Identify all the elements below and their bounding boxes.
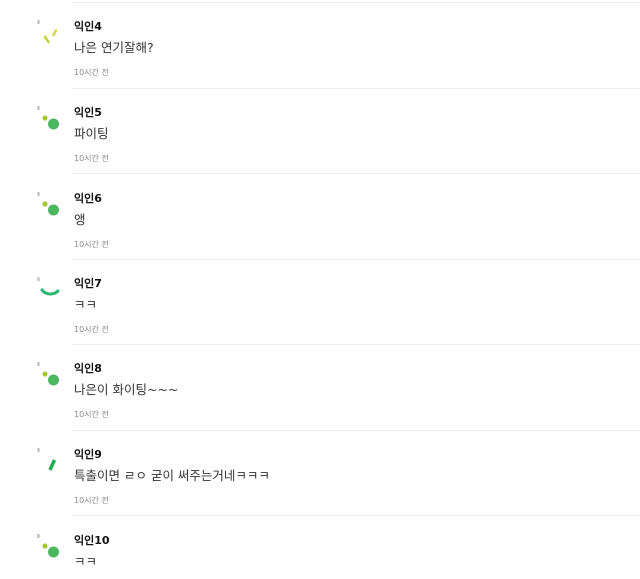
comment-body: 파이팅 (74, 126, 109, 141)
comment-time: 10시간 전 (74, 410, 109, 419)
divider (72, 430, 640, 431)
slash-bar-icon (36, 448, 64, 476)
arc-icon (36, 277, 64, 305)
comment-item: 익인8 나은이 화이팅~~~ 10시간 전 (0, 362, 640, 447)
comment-time: 10시간 전 (74, 154, 109, 163)
comment-body: ㅋㅋ (74, 554, 98, 569)
comment-body: 나은 연기잘해? (74, 40, 154, 55)
comment-body: 나은이 화이팅~~~ (74, 382, 179, 397)
divider (72, 88, 640, 89)
loading-dash-icon (36, 20, 64, 48)
comment-item: 익인5 파이팅 10시간 전 (0, 106, 640, 191)
comment-author[interactable]: 익인7 (74, 277, 102, 291)
dot-cluster-icon (36, 362, 64, 390)
comment-item: 익인6 앵 10시간 전 (0, 192, 640, 277)
comment-author[interactable]: 익인8 (74, 362, 102, 376)
comment-list: 익인4 나은 연기잘해? 10시간 전 익인5 파이팅 10시간 전 익인6 앵 (0, 0, 640, 579)
dot-cluster-icon (36, 534, 64, 562)
comment-author[interactable]: 익인9 (74, 448, 102, 462)
comment-author[interactable]: 익인6 (74, 192, 102, 206)
divider (72, 173, 640, 174)
divider (72, 259, 640, 260)
divider (72, 2, 640, 3)
comment-author[interactable]: 익인5 (74, 106, 102, 120)
comment-author[interactable]: 익인10 (74, 534, 110, 548)
dot-cluster-icon (36, 106, 64, 134)
divider (72, 515, 640, 516)
comment-time: 10시간 전 (74, 496, 109, 505)
dot-cluster-icon (36, 192, 64, 220)
comment-item: 익인10 ㅋㅋ (0, 534, 640, 579)
comment-item: 익인4 나은 연기잘해? 10시간 전 (0, 20, 640, 105)
comment-time: 10시간 전 (74, 68, 109, 77)
divider (72, 344, 640, 345)
comment-time: 10시간 전 (74, 240, 109, 249)
comment-author[interactable]: 익인4 (74, 20, 102, 34)
comment-time: 10시간 전 (74, 325, 109, 334)
comment-body: 특출이면 ㄹㅇ 굳이 써주는거네ㅋㅋㅋ (74, 468, 270, 483)
comment-item: 익인9 특출이면 ㄹㅇ 굳이 써주는거네ㅋㅋㅋ 10시간 전 (0, 448, 640, 533)
comment-item: 익인7 ㅋㅋ 10시간 전 (0, 277, 640, 362)
comment-body: ㅋㅋ (74, 297, 98, 312)
comment-body: 앵 (74, 212, 86, 227)
